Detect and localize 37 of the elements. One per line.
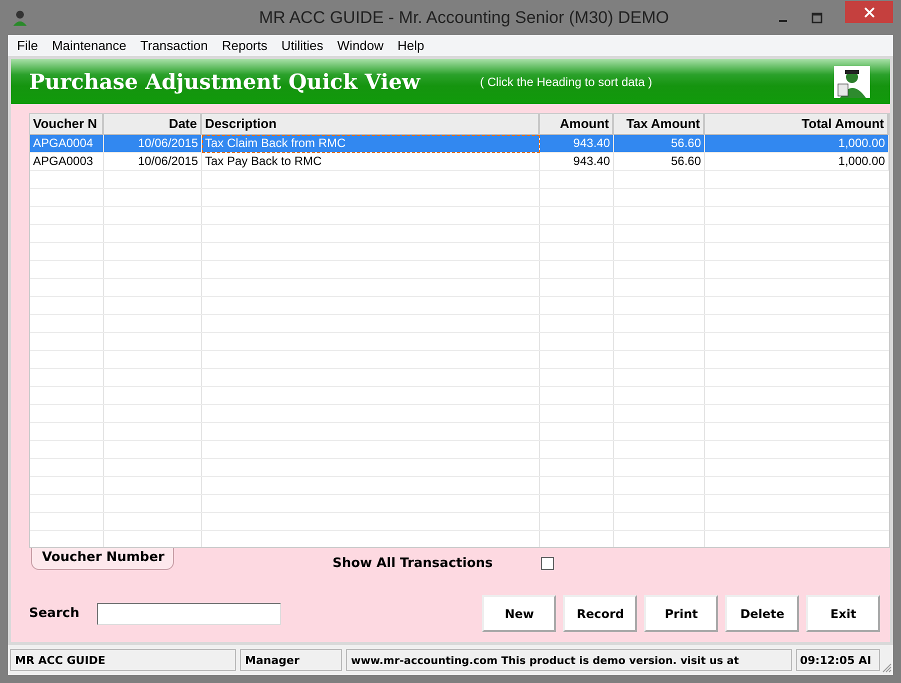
action-button[interactable]: New — [482, 595, 556, 632]
table-row[interactable]: APGA0004 10/06/2015 Tax Claim Back from RMC 943.40 56.60 1,000.00 — [30, 135, 889, 153]
action-button[interactable]: Record — [563, 595, 638, 632]
resize-grip-icon — [882, 663, 892, 673]
window-title: MR ACC GUIDE - Mr. Accounting Senior (M30) DEMO — [259, 8, 669, 28]
table-cell: APGA0004 — [30, 135, 104, 153]
action-button[interactable]: Exit — [806, 595, 880, 632]
status-panel: 09:12:05 AI — [796, 649, 880, 671]
menu-item[interactable]: Help — [390, 38, 432, 53]
sort-hint: ( Click the Heading to sort data ) — [480, 74, 652, 88]
table-cell: Tax Claim Back from RMC — [202, 135, 540, 153]
page-title: Purchase Adjustment Quick View — [29, 69, 420, 94]
menu-item[interactable]: File — [10, 38, 45, 53]
table-cell: 10/06/2015 — [104, 135, 202, 153]
table-cell: 56.60 — [614, 135, 705, 153]
menu-item[interactable]: Utilities — [274, 38, 330, 53]
menu-item[interactable]: Maintenance — [44, 38, 134, 53]
close-icon — [864, 6, 874, 18]
search-label: Search — [29, 606, 80, 621]
menu-item[interactable]: Reports — [214, 38, 274, 53]
table-cell: 1,000.00 — [705, 135, 889, 153]
close-button[interactable] — [845, 1, 893, 23]
menu-item[interactable]: Transaction — [133, 38, 215, 53]
action-button[interactable]: Delete — [725, 595, 800, 632]
status-panel: Manager — [240, 649, 342, 671]
menu-item[interactable]: Window — [330, 38, 391, 53]
app-icon — [11, 8, 29, 26]
sort-tab[interactable]: Voucher Number — [31, 548, 174, 570]
table-cell: 943.40 — [540, 135, 614, 153]
action-button[interactable]: Print — [644, 595, 718, 632]
status-panel: MR ACC GUIDE — [10, 649, 236, 671]
maximize-icon[interactable] — [811, 12, 823, 24]
search-field[interactable] — [97, 602, 282, 624]
show-all-label: Show All Transactions — [332, 556, 493, 570]
status-panel: www.mr-accounting.com This product is demo version. visit us at — [346, 649, 792, 671]
accountant-icon — [834, 66, 870, 98]
show-all-checkbox[interactable] — [540, 556, 554, 570]
